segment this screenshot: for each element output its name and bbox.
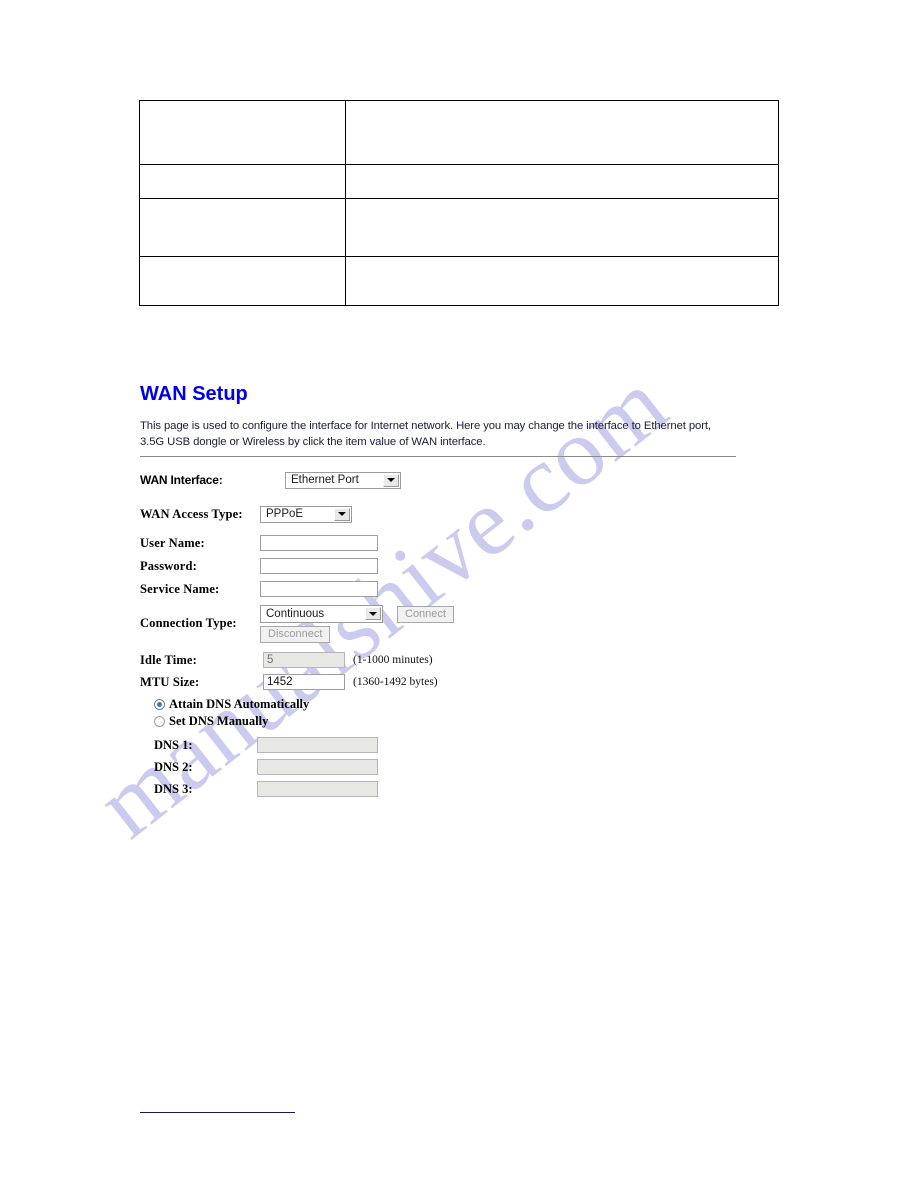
field-row-service-name: Service Name: bbox=[140, 580, 780, 598]
wan-interface-select[interactable]: Ethernet Port bbox=[285, 471, 401, 489]
radio-button-icon[interactable] bbox=[154, 716, 165, 727]
table-cell bbox=[139, 198, 346, 257]
idle-time-input[interactable] bbox=[263, 652, 345, 668]
attain-dns-automatically-label: Attain DNS Automatically bbox=[169, 697, 310, 711]
field-row-idle-time: Idle Time: (1-1000 minutes) bbox=[140, 651, 780, 669]
table-cell bbox=[345, 198, 779, 257]
service-name-input[interactable] bbox=[260, 581, 378, 597]
disconnect-button[interactable]: Disconnect bbox=[260, 626, 331, 643]
user-name-label: User Name: bbox=[140, 535, 205, 550]
page-description: This page is used to configure the inter… bbox=[140, 420, 711, 448]
dns-2-label: DNS 2: bbox=[154, 759, 193, 774]
wan-access-type-select[interactable]: PPPoE bbox=[260, 505, 352, 523]
connection-type-value: Continuous bbox=[266, 608, 325, 620]
mtu-size-label: MTU Size: bbox=[140, 674, 200, 689]
mtu-size-hint: (1360-1492 bytes) bbox=[353, 676, 438, 688]
field-row-mtu-size: MTU Size: (1360-1492 bytes) bbox=[140, 673, 780, 691]
wan-setup-form: WAN Interface: Ethernet Port WAN Access … bbox=[140, 469, 780, 798]
radio-set-dns-manually[interactable]: Set DNS Manually bbox=[154, 714, 780, 729]
set-dns-manually-label: Set DNS Manually bbox=[169, 714, 269, 728]
dns-2-input[interactable] bbox=[257, 759, 378, 775]
wan-access-type-value: PPPoE bbox=[266, 508, 304, 520]
table-row bbox=[139, 198, 779, 257]
field-row-wan-access-type: WAN Access Type: PPPoE bbox=[140, 504, 780, 524]
dns-3-input[interactable] bbox=[257, 781, 378, 797]
table-cell bbox=[139, 256, 346, 306]
connect-button[interactable]: Connect bbox=[397, 605, 454, 623]
table-cell bbox=[139, 164, 346, 199]
idle-time-label: Idle Time: bbox=[140, 652, 197, 667]
wan-access-type-label: WAN Access Type: bbox=[140, 506, 243, 521]
dns-3-label: DNS 3: bbox=[154, 781, 193, 796]
field-row-connection-type: Connection Type: Continuous Connect Disc… bbox=[140, 605, 780, 643]
connection-type-select[interactable]: Continuous bbox=[260, 605, 383, 623]
chevron-down-icon[interactable] bbox=[334, 507, 350, 521]
wan-interface-value: Ethernet Port bbox=[291, 474, 359, 486]
service-name-label: Service Name: bbox=[140, 581, 220, 596]
field-row-user-name: User Name: bbox=[140, 534, 780, 552]
radio-attain-dns-automatically[interactable]: Attain DNS Automatically bbox=[154, 697, 780, 712]
idle-time-hint: (1-1000 minutes) bbox=[353, 654, 433, 666]
wan-setup-panel: WAN Setup This page is used to configure… bbox=[140, 383, 780, 798]
table-cell bbox=[139, 100, 346, 165]
table-cell bbox=[345, 164, 779, 199]
field-row-wan-interface: WAN Interface: Ethernet Port bbox=[140, 469, 780, 491]
dns-1-input[interactable] bbox=[257, 737, 378, 753]
chevron-down-icon[interactable] bbox=[365, 607, 381, 620]
password-input[interactable] bbox=[260, 558, 378, 574]
table-cell bbox=[345, 256, 779, 306]
radio-button-icon[interactable] bbox=[154, 699, 165, 710]
footnote-separator bbox=[140, 1112, 295, 1113]
section-divider bbox=[140, 456, 736, 457]
chevron-down-icon[interactable] bbox=[383, 473, 399, 487]
table-row bbox=[139, 164, 779, 199]
mtu-size-input[interactable] bbox=[263, 674, 345, 690]
dns-1-label: DNS 1: bbox=[154, 737, 193, 752]
connection-type-label: Connection Type: bbox=[140, 616, 237, 630]
field-row-password: Password: bbox=[140, 557, 780, 575]
wan-interface-label: WAN Interface: bbox=[140, 473, 223, 487]
field-row-dns-2: DNS 2: bbox=[140, 758, 780, 776]
password-label: Password: bbox=[140, 558, 197, 573]
page-canvas: manualshive.com WAN Setup This page is u… bbox=[0, 0, 918, 1188]
page-title: WAN Setup bbox=[140, 383, 248, 405]
table-row bbox=[139, 256, 779, 306]
field-row-dns-1: DNS 1: bbox=[140, 736, 780, 754]
user-name-input[interactable] bbox=[260, 535, 378, 551]
table-row bbox=[139, 100, 779, 165]
table-cell bbox=[345, 100, 779, 165]
top-empty-table bbox=[139, 100, 779, 306]
field-row-dns-3: DNS 3: bbox=[140, 780, 780, 798]
